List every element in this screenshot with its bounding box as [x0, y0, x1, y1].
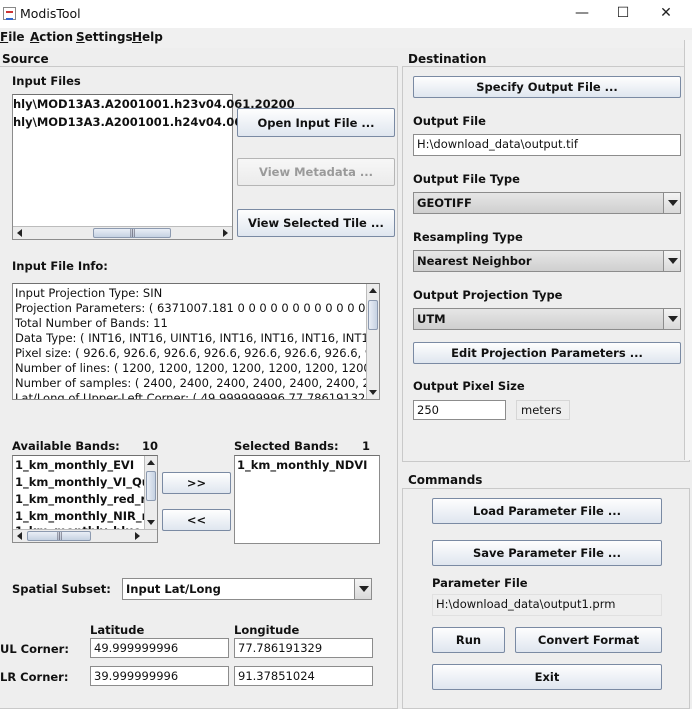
- input-file-info-box[interactable]: Input Projection Type: SIN Projection Pa…: [12, 283, 380, 400]
- destination-title: Destination: [408, 52, 487, 66]
- minimize-icon[interactable]: —: [562, 2, 602, 26]
- info-line: Projection Parameters: ( 6371007.181 0 0…: [15, 301, 380, 315]
- output-file-type-value: GEOTIFF: [417, 196, 472, 210]
- view-metadata-button[interactable]: View Metadata ...: [237, 158, 395, 186]
- info-line: Pixel size: ( 926.6, 926.6, 926.6, 926.6…: [15, 346, 379, 360]
- save-parameter-file-button[interactable]: Save Parameter File ...: [432, 540, 662, 566]
- scroll-right-icon[interactable]: [219, 227, 231, 239]
- convert-format-button[interactable]: Convert Format: [515, 627, 662, 653]
- input-files-hscroll[interactable]: [13, 226, 232, 239]
- list-item[interactable]: 1_km_monthly_VI_Quali: [15, 475, 157, 489]
- specify-output-file-button[interactable]: Specify Output File ...: [413, 76, 681, 98]
- output-pixel-size-field[interactable]: 250: [413, 400, 506, 420]
- bands-hscroll[interactable]: [13, 529, 157, 542]
- output-pixel-size-label: Output Pixel Size: [413, 379, 525, 393]
- list-item[interactable]: 1_km_monthly_red_refle: [15, 492, 157, 506]
- info-line: Data Type: ( INT16, INT16, UINT16, INT16…: [15, 331, 380, 345]
- ul-latitude-field[interactable]: 49.999999996: [90, 638, 229, 658]
- input-files-label: Input Files: [12, 74, 81, 88]
- info-line: Lat/Long of Upper-Left Corner: ( 49.9999…: [15, 391, 380, 400]
- scroll-up-icon[interactable]: [367, 285, 379, 297]
- menu-file[interactable]: File: [0, 30, 25, 44]
- scroll-thumb[interactable]: [368, 300, 378, 330]
- spatial-subset-value: Input Lat/Long: [126, 582, 221, 596]
- scroll-thumb[interactable]: [27, 531, 91, 541]
- available-bands-list[interactable]: 1_km_monthly_EVI 1_km_monthly_VI_Quali 1…: [12, 455, 158, 543]
- info-line: Total Number of Bands: 11: [15, 316, 168, 330]
- list-item[interactable]: 1_km_monthly_EVI: [15, 458, 134, 472]
- scroll-thumb[interactable]: [93, 228, 171, 238]
- output-file-label: Output File: [413, 114, 486, 128]
- scroll-left-icon[interactable]: [14, 227, 26, 239]
- output-file-type-label: Output File Type: [413, 172, 520, 186]
- exit-button[interactable]: Exit: [432, 664, 662, 690]
- available-bands-count: 10: [142, 439, 159, 453]
- scroll-down-icon[interactable]: [367, 386, 379, 398]
- load-parameter-file-button[interactable]: Load Parameter File ...: [432, 498, 662, 524]
- source-title: Source: [2, 52, 49, 66]
- list-item[interactable]: 1_km_monthly_NDVI: [237, 458, 367, 472]
- info-line: Input Projection Type: SIN: [15, 286, 163, 300]
- window-edge-strip: [684, 40, 692, 460]
- output-file-field[interactable]: H:\download_data\output.tif: [413, 134, 681, 156]
- menu-settings[interactable]: Settings: [76, 30, 133, 44]
- info-vscroll[interactable]: [366, 284, 379, 399]
- maximize-icon[interactable]: ☐: [603, 2, 643, 26]
- parameter-file-field: H:\download_data\output1.prm: [432, 594, 662, 616]
- longitude-label: Longitude: [234, 623, 300, 637]
- view-selected-tile-button[interactable]: View Selected Tile ...: [237, 209, 395, 237]
- ul-longitude-field[interactable]: 77.786191329: [234, 638, 373, 658]
- window-title: ModisTool: [20, 6, 81, 21]
- list-item[interactable]: 1_km_monthly_NIR_refle: [15, 509, 157, 523]
- info-line: Number of samples: ( 2400, 2400, 2400, 2…: [15, 376, 379, 390]
- resampling-type-label: Resampling Type: [413, 230, 523, 244]
- scroll-up-icon[interactable]: [145, 457, 157, 469]
- title-bar: ModisTool — ☐ ✕: [0, 0, 692, 28]
- parameter-file-label: Parameter File: [432, 576, 528, 590]
- scroll-left-icon[interactable]: [14, 530, 26, 542]
- input-files-list[interactable]: hly\MOD13A3.A2001001.h23v04.061.20200 hl…: [12, 94, 295, 240]
- pixel-size-unit: meters: [516, 400, 570, 420]
- menu-bar: File Action Settings Help: [0, 28, 692, 48]
- input-file-info-label: Input File Info:: [12, 259, 108, 273]
- chevron-down-icon[interactable]: [663, 193, 680, 213]
- info-line: Number of lines: ( 1200, 1200, 1200, 120…: [15, 361, 379, 375]
- spatial-subset-label: Spatial Subset:: [12, 582, 111, 596]
- open-input-file-button[interactable]: Open Input File ...: [237, 108, 395, 137]
- remove-band-button[interactable]: <<: [162, 509, 231, 531]
- resampling-type-select[interactable]: Nearest Neighbor: [413, 250, 681, 272]
- scroll-thumb[interactable]: [146, 471, 156, 501]
- output-projection-type-value: UTM: [417, 312, 446, 326]
- lr-longitude-field[interactable]: 91.37851024: [234, 666, 373, 686]
- output-projection-type-select[interactable]: UTM: [413, 308, 681, 330]
- edit-projection-parameters-button[interactable]: Edit Projection Parameters ...: [413, 342, 681, 364]
- bands-vscroll[interactable]: [144, 456, 157, 529]
- spatial-subset-select[interactable]: Input Lat/Long: [122, 578, 372, 600]
- selected-bands-count: 1: [362, 439, 371, 453]
- menu-help[interactable]: Help: [132, 30, 163, 44]
- latitude-label: Latitude: [90, 623, 145, 637]
- close-icon[interactable]: ✕: [646, 2, 686, 26]
- commands-title: Commands: [408, 473, 483, 487]
- add-band-button[interactable]: >>: [162, 472, 231, 494]
- output-file-type-select[interactable]: GEOTIFF: [413, 192, 681, 214]
- scroll-right-icon[interactable]: [131, 530, 143, 542]
- selected-bands-label: Selected Bands:: [234, 439, 339, 453]
- app-icon: [3, 7, 16, 20]
- lr-corner-label: LR Corner:: [0, 670, 69, 684]
- chevron-down-icon[interactable]: [663, 251, 680, 271]
- run-button[interactable]: Run: [432, 627, 505, 653]
- available-bands-label: Available Bands:: [12, 439, 120, 453]
- resampling-type-value: Nearest Neighbor: [417, 254, 532, 268]
- selected-bands-list[interactable]: 1_km_monthly_NDVI: [234, 455, 380, 544]
- menu-action[interactable]: Action: [30, 30, 73, 44]
- scroll-down-icon[interactable]: [145, 516, 157, 528]
- chevron-down-icon[interactable]: [663, 309, 680, 329]
- output-projection-type-label: Output Projection Type: [413, 288, 563, 302]
- chevron-down-icon[interactable]: [354, 579, 371, 599]
- lr-latitude-field[interactable]: 39.999999996: [90, 666, 229, 686]
- ul-corner-label: UL Corner:: [0, 642, 69, 656]
